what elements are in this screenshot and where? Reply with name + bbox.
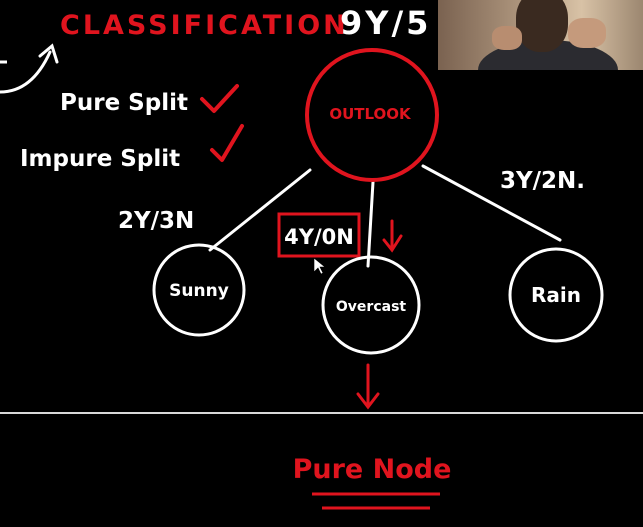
- check-icon: [200, 84, 239, 113]
- diagram-title: CLASSIFICATION: [60, 10, 349, 41]
- pure-node-label: Pure Node: [293, 454, 452, 485]
- webcam-video: [438, 0, 643, 70]
- impure-split-note: Impure Split: [20, 146, 180, 172]
- edge-outlook-overcast: [366, 180, 375, 268]
- arrow-down-icon: [356, 363, 380, 410]
- overcast-count: 4Y/0N: [284, 225, 354, 249]
- presenter-head: [516, 0, 568, 52]
- root-node-label: OUTLOOK: [329, 105, 412, 123]
- class-ratio: 9Y/5: [340, 4, 431, 42]
- sunny-node-label: Sunny: [169, 281, 229, 301]
- check-icon-2: [210, 124, 244, 162]
- presenter-hand-2: [492, 26, 522, 50]
- rain-node-label: Rain: [531, 283, 581, 307]
- mouse-cursor-icon: [313, 257, 326, 275]
- curved-arrow-icon: [0, 43, 59, 94]
- rain-count: 3Y/2N.: [500, 168, 585, 194]
- whiteboard-canvas: CLASSIFICATION 9Y/5 Pure Split Impure Sp…: [0, 4, 643, 510]
- pure-split-note: Pure Split: [60, 90, 188, 116]
- arrow-icon: [382, 219, 403, 253]
- sunny-count: 2Y/3N: [118, 208, 194, 234]
- overcast-node-label: Overcast: [336, 299, 407, 315]
- presenter-hand: [568, 18, 606, 48]
